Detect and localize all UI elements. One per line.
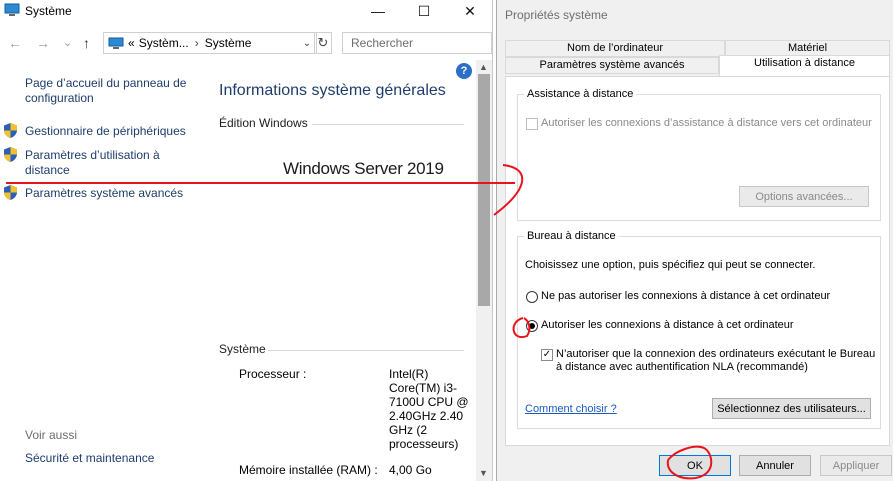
radio-deny-connections[interactable]	[526, 291, 538, 303]
nla-checkbox[interactable]: ✓	[541, 349, 553, 361]
shield-icon	[4, 123, 17, 138]
tab-remote[interactable]: Utilisation à distance	[719, 55, 890, 77]
scroll-up-icon[interactable]: ▲	[479, 62, 488, 72]
system-heading: Système	[219, 342, 266, 356]
remote-desktop-title: Bureau à distance	[524, 230, 619, 242]
cancel-button[interactable]: Annuler	[739, 455, 811, 476]
vertical-scrollbar[interactable]: ▲ ▼	[476, 60, 492, 481]
help-icon[interactable]: ?	[456, 63, 472, 79]
shield-icon	[4, 147, 17, 162]
sidebar-item-remote-settings[interactable]: Paramètres d’utilisation à distance	[25, 148, 185, 178]
system-properties-dialog: Propriétés système Nom de l’ordinateur M…	[496, 0, 893, 481]
computer-icon	[108, 37, 124, 49]
scrollbar-thumb[interactable]	[478, 74, 490, 306]
shield-icon	[4, 185, 17, 200]
select-users-button[interactable]: Sélectionnez des utilisateurs...	[712, 398, 871, 419]
up-arrow-icon[interactable]: ↑	[83, 35, 90, 51]
section-divider	[268, 350, 464, 351]
control-panel-home-link[interactable]: Page d’accueil du panneau de configurati…	[25, 76, 200, 106]
dialog-title: Propriétés système	[505, 8, 608, 22]
computer-icon	[4, 3, 20, 16]
how-to-choose-link[interactable]: Comment choisir ?	[525, 403, 617, 415]
ram-value: 4,00 Go	[389, 463, 432, 477]
remote-tab-panel: Assistance à distance Autoriser les conn…	[505, 76, 890, 446]
search-input[interactable]: Rechercher	[342, 32, 492, 54]
close-button[interactable]: ✕	[447, 0, 493, 22]
scroll-down-icon[interactable]: ▼	[479, 468, 488, 478]
breadcrumb-prefix: «	[128, 36, 135, 50]
tab-advanced[interactable]: Paramètres système avancés	[505, 57, 719, 74]
maximize-button[interactable]: ☐	[401, 0, 447, 22]
sidebar-item-device-manager[interactable]: Gestionnaire de périphériques	[25, 124, 200, 139]
forward-arrow-icon[interactable]: →	[36, 35, 50, 51]
allow-connections-label: Autoriser les connexions à distance à ce…	[541, 319, 794, 331]
processor-label: Processeur :	[239, 367, 307, 381]
security-maintenance-link[interactable]: Sécurité et maintenance	[25, 451, 200, 466]
address-bar[interactable]: « Systèm... › Système ⌄	[103, 32, 317, 54]
page-title: Informations système générales	[219, 82, 446, 99]
breadcrumb-item-system[interactable]: Système	[205, 36, 252, 50]
os-name: Windows Server 2019	[283, 159, 444, 178]
tab-computer-name[interactable]: Nom de l’ordinateur	[505, 40, 725, 57]
assistance-checkbox-label: Autoriser les connexions d’assistance à …	[541, 117, 872, 129]
breadcrumb-separator-icon: ›	[194, 36, 199, 50]
advanced-options-button[interactable]: Options avancées...	[739, 186, 869, 207]
window-title: Système	[25, 4, 72, 18]
title-bar: Système — ☐ ✕	[0, 0, 493, 24]
ok-button[interactable]: OK	[659, 455, 731, 476]
navigation-bar: ← → ⌄ ↑ « Systèm... › Système ⌄ ↻ Recher…	[0, 30, 493, 56]
recent-dropdown-icon[interactable]: ⌄	[63, 36, 72, 49]
see-also-heading: Voir aussi	[25, 428, 78, 442]
refresh-button[interactable]: ↻	[314, 32, 332, 54]
windows-edition-heading: Édition Windows	[219, 116, 308, 130]
apply-button[interactable]: Appliquer	[820, 455, 892, 476]
ram-label: Mémoire installée (RAM) :	[239, 463, 378, 477]
assistance-checkbox[interactable]	[526, 118, 538, 130]
breadcrumb-item-system-security[interactable]: Systèm...	[139, 36, 189, 50]
deny-connections-label: Ne pas autoriser les connexions à distan…	[541, 290, 831, 302]
minimize-button[interactable]: —	[355, 0, 401, 22]
sidebar-item-advanced-settings[interactable]: Paramètres système avancés	[25, 186, 215, 201]
radio-allow-connections[interactable]	[526, 320, 538, 332]
system-window: Système — ☐ ✕ ← → ⌄ ↑ « Systèm... › Syst…	[0, 0, 493, 481]
remote-assistance-title: Assistance à distance	[524, 88, 637, 100]
processor-value: Intel(R) Core(TM) i3-7100U CPU @ 2.40GHz…	[389, 367, 469, 451]
nla-checkbox-label: N’autoriser que la connexion des ordinat…	[556, 348, 876, 373]
section-divider	[312, 124, 464, 125]
remote-desktop-instructions: Choisissez une option, puis spécifiez qu…	[525, 259, 816, 271]
back-arrow-icon[interactable]: ←	[8, 35, 22, 51]
